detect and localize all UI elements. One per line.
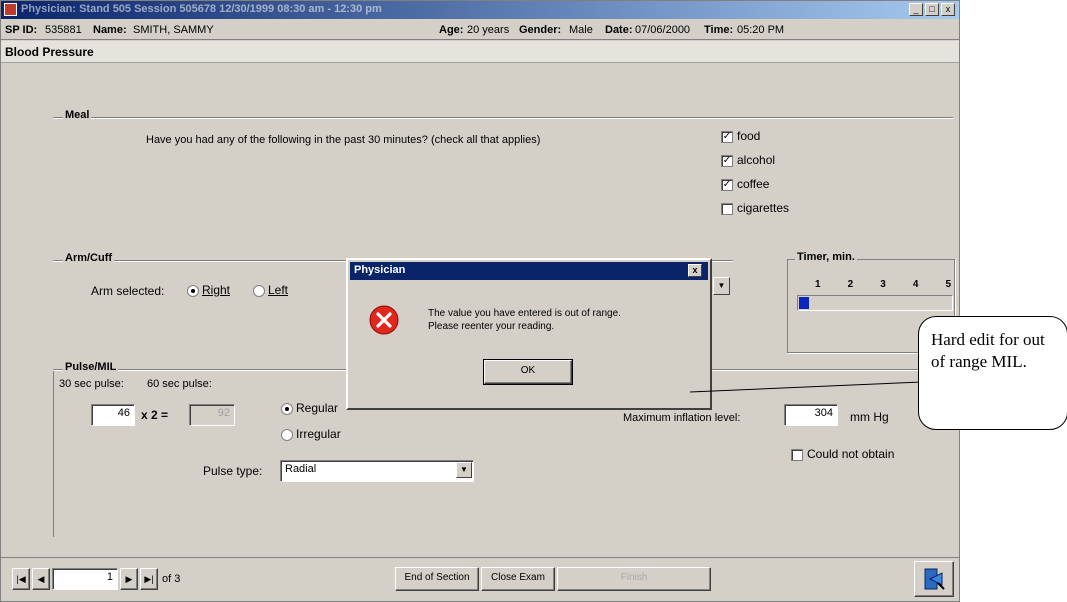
pulse-30-input[interactable]: 46 — [91, 404, 135, 426]
arm-selected-label: Arm selected: — [91, 284, 165, 298]
could-not-obtain-label: Could not obtain — [807, 447, 895, 461]
meal-group-label: Meal — [63, 109, 92, 121]
age-label: Age: — [439, 24, 464, 36]
dialog-message-line2: Please reenter your reading. — [428, 321, 555, 332]
timer-tick: 4 — [912, 279, 919, 290]
end-of-section-button[interactable]: End of Section — [395, 567, 479, 591]
meal-option-coffee[interactable]: ✓ coffee — [721, 177, 769, 191]
coffee-checkbox[interactable]: ✓ — [721, 178, 733, 191]
rhythm-regular-option[interactable]: Regular — [281, 401, 338, 415]
gender-label: Gender: — [519, 24, 562, 36]
dialog-title-bar: Physician x — [350, 262, 708, 280]
window-title: Physician: Stand 505 Session 505678 12/3… — [21, 3, 382, 15]
food-label: food — [737, 129, 761, 143]
name-label: Name: — [93, 24, 127, 36]
pulse-type-value: Radial — [285, 463, 317, 475]
timer-progress-bar — [797, 295, 953, 311]
time-value: 05:20 PM — [737, 24, 785, 36]
error-dialog: Physician x The value you have entered i… — [346, 258, 712, 410]
mil-label: Maximum inflation level: — [623, 412, 741, 424]
pulse-type-label: Pulse type: — [203, 464, 263, 478]
coffee-label: coffee — [737, 177, 770, 191]
exit-icon — [924, 568, 945, 590]
title-bar: Physician: Stand 505 Session 505678 12/3… — [1, 1, 959, 19]
date-value: 07/06/2000 — [635, 24, 691, 36]
exit-door-button[interactable] — [914, 561, 954, 597]
maximize-button[interactable]: □ — [925, 3, 939, 16]
meal-option-cigarettes[interactable]: cigarettes — [721, 201, 789, 215]
date-label: Date: — [605, 24, 633, 36]
arm-right-option[interactable]: Right — [187, 283, 230, 297]
meal-group-border — [53, 117, 953, 118]
error-icon — [369, 305, 399, 335]
irregular-radio[interactable] — [281, 428, 293, 441]
nav-divider — [1, 557, 959, 558]
annotation-callout: Hard edit for out of range MIL. — [918, 316, 1067, 430]
patient-info-bar: SP ID: 535881 Name: SMITH, SAMMY Age: 20… — [1, 20, 959, 40]
arm-left-radio[interactable] — [253, 284, 265, 297]
ok-button[interactable]: OK — [484, 360, 572, 384]
time-label: Time: — [704, 24, 734, 36]
could-not-obtain-option[interactable]: Could not obtain — [791, 447, 894, 461]
pulse-30-label: 30 sec pulse: — [59, 378, 124, 390]
sp-id-value: 535881 — [45, 24, 82, 36]
section-title: Blood Pressure — [1, 41, 959, 63]
arm-right-radio[interactable] — [187, 284, 199, 297]
meal-option-food[interactable]: ✓ food — [721, 129, 760, 143]
irregular-label: Irregular — [296, 427, 341, 441]
pulse-multiplier: x 2 = — [141, 408, 169, 422]
dialog-close-button[interactable]: x — [688, 264, 702, 277]
regular-label: Regular — [296, 401, 339, 415]
last-record-button[interactable]: ▶| — [140, 568, 158, 590]
finish-button: Finish — [557, 567, 711, 591]
cuff-dropdown-arrow[interactable]: ▼ — [713, 277, 730, 295]
dialog-message-line1: The value you have entered is out of ran… — [428, 308, 621, 319]
arm-right-label: Right — [202, 283, 231, 297]
timer-tick: 5 — [945, 279, 951, 290]
minimize-button[interactable]: _ — [909, 3, 923, 16]
arm-left-label: Left — [268, 283, 289, 297]
prev-record-button[interactable]: ◀ — [32, 568, 50, 590]
rhythm-irregular-option[interactable]: Irregular — [281, 427, 341, 441]
armcuff-group-label: Arm/Cuff — [63, 252, 115, 264]
pulse-60-field: 92 — [189, 404, 235, 426]
close-exam-button[interactable]: Close Exam — [481, 567, 555, 591]
page-count: of 3 — [162, 573, 181, 585]
pulse-60-label: 60 sec pulse: — [147, 378, 212, 390]
cigarettes-checkbox[interactable] — [721, 202, 733, 215]
close-window-button[interactable]: x — [941, 3, 955, 16]
dialog-title: Physician — [354, 264, 406, 276]
first-record-button[interactable]: |◀ — [12, 568, 30, 590]
could-not-obtain-checkbox[interactable] — [791, 448, 803, 461]
sp-id-label: SP ID: — [5, 24, 38, 36]
timer-tick: 1 — [815, 279, 821, 290]
meal-question: Have you had any of the following in the… — [146, 134, 541, 146]
app-icon — [4, 3, 17, 16]
pulse-type-select[interactable]: Radial ▼ — [280, 460, 474, 482]
chevron-down-icon[interactable]: ▼ — [456, 462, 472, 478]
meal-option-alcohol[interactable]: ✓ alcohol — [721, 153, 775, 167]
timer-progress-fill — [799, 297, 809, 309]
age-value: 20 years — [467, 24, 510, 36]
alcohol-label: alcohol — [737, 153, 776, 167]
timer-ticks: 1 2 3 4 5 — [815, 279, 951, 290]
name-value: SMITH, SAMMY — [133, 24, 214, 36]
timer-group-label: Timer, min. — [795, 251, 857, 263]
arm-left-option[interactable]: Left — [253, 283, 288, 297]
gender-value: Male — [569, 24, 593, 36]
timer-tick: 3 — [880, 279, 886, 290]
cigarettes-label: cigarettes — [737, 201, 790, 215]
page-number-input[interactable]: 1 — [52, 568, 118, 590]
mil-unit: mm Hg — [850, 410, 889, 424]
next-record-button[interactable]: ▶ — [120, 568, 138, 590]
pulse-group-left-edge — [53, 371, 54, 537]
timer-tick: 2 — [847, 279, 854, 290]
pulse-group-label: Pulse/MIL — [63, 361, 119, 373]
food-checkbox[interactable]: ✓ — [721, 130, 733, 143]
regular-radio[interactable] — [281, 402, 293, 415]
mil-input[interactable]: 304 — [784, 404, 838, 426]
callout-pointer — [690, 381, 923, 393]
alcohol-checkbox[interactable]: ✓ — [721, 154, 733, 167]
